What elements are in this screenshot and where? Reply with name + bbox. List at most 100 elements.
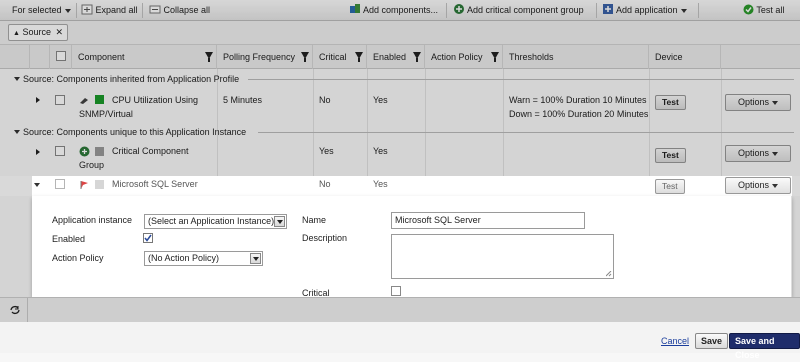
group-header-inherited[interactable]: Source: Components inherited from Applic… <box>14 73 239 85</box>
action-policy-value: (No Action Policy) <box>148 253 220 263</box>
critical-checkbox[interactable] <box>391 286 401 296</box>
add-critical-group-button[interactable]: Add critical component group <box>453 0 584 21</box>
header-select-all-cell <box>50 45 72 69</box>
status-up-icon <box>95 95 104 104</box>
options-label: Options <box>737 180 770 190</box>
row-checkbox[interactable] <box>55 95 65 105</box>
filter-icon[interactable] <box>413 52 421 62</box>
component-name-cont: SNMP/Virtual <box>79 109 133 119</box>
polling-frequency-value: 5 Minutes <box>223 95 263 105</box>
column-component[interactable]: Component <box>72 45 217 69</box>
critical-group-icon <box>454 4 464 14</box>
critical-value-col: Yes <box>319 146 334 156</box>
app-instance-label: Application instance <box>52 215 133 225</box>
test-button[interactable]: Test <box>655 95 686 110</box>
divider <box>76 3 77 18</box>
grid-pager <box>0 297 800 323</box>
enabled-label: Enabled <box>52 234 86 244</box>
table-row-sql[interactable]: Microsoft SQL Server No Yes Test Options <box>0 176 800 196</box>
critical-group-icon <box>79 146 90 157</box>
save-button[interactable]: Save <box>695 333 729 349</box>
add-components-button[interactable]: Add components... <box>349 0 438 21</box>
component-name-cont: Group <box>79 160 105 170</box>
column-enabled[interactable]: Enabled <box>367 45 425 69</box>
dropdown-button[interactable] <box>250 253 261 264</box>
group-header-unique[interactable]: Source: Components unique to this Applic… <box>14 126 246 138</box>
divider <box>27 298 28 323</box>
dropdown-button[interactable] <box>274 216 285 227</box>
options-label: Options <box>737 97 770 107</box>
filter-icon[interactable] <box>205 52 213 62</box>
column-action-policy[interactable]: Action Policy <box>425 45 503 69</box>
column-device-label: Device <box>655 52 683 62</box>
test-button[interactable]: Test <box>655 148 686 163</box>
header-expander-cell <box>0 45 30 69</box>
collapse-arrow-icon: ▲ <box>13 30 20 37</box>
divider <box>446 3 447 18</box>
header-checkbox-spacer <box>30 45 50 69</box>
resize-handle-icon[interactable] <box>606 271 612 277</box>
for-selected-label: For selected <box>12 5 62 15</box>
refresh-icon[interactable] <box>9 305 21 315</box>
save-and-close-button[interactable]: Save and Close <box>729 333 800 360</box>
collapse-all-button[interactable]: Collapse all <box>149 0 210 21</box>
expand-icon <box>81 4 93 15</box>
column-device[interactable]: Device <box>649 45 721 69</box>
row-checkbox[interactable] <box>55 146 65 156</box>
source-filter-label: Source <box>22 27 51 37</box>
filter-icon[interactable] <box>491 52 499 62</box>
select-all-checkbox[interactable] <box>56 51 66 61</box>
column-component-label: Component <box>78 52 125 62</box>
enabled-value: Yes <box>373 95 388 105</box>
column-thresholds[interactable]: Thresholds <box>503 45 649 69</box>
enabled-checkbox[interactable] <box>143 233 153 243</box>
column-critical[interactable]: Critical <box>313 45 367 69</box>
critical-value: Yes <box>373 146 388 156</box>
description-label: Description <box>302 233 348 243</box>
test-all-button[interactable]: Test all <box>743 0 784 21</box>
name-input[interactable]: Microsoft SQL Server <box>391 212 585 229</box>
group-divider <box>248 79 794 80</box>
divider <box>596 3 597 18</box>
add-application-label: Add application <box>616 5 678 15</box>
app-instance-select[interactable]: (Select an Application Instance) <box>144 214 287 229</box>
collapse-all-label: Collapse all <box>163 5 211 15</box>
column-options <box>721 45 800 69</box>
add-application-menu[interactable]: Add application <box>602 0 687 21</box>
chevron-down-icon <box>64 8 71 13</box>
divider <box>698 3 699 18</box>
table-row-cpu[interactable]: CPU Utilization Using SNMP/Virtual 5 Min… <box>0 88 800 123</box>
table-row-critical-group[interactable]: Critical Component Group Yes Yes Test Op… <box>0 141 800 176</box>
source-filter-chip[interactable]: ▲ Source ✕ <box>8 24 69 41</box>
options-button[interactable]: Options <box>725 94 791 111</box>
collapse-row-icon[interactable] <box>34 183 40 187</box>
divider <box>142 3 143 18</box>
options-button[interactable]: Options <box>725 177 791 194</box>
group-inherited-label: Source: Components inherited from Applic… <box>23 74 240 84</box>
chevron-down-icon <box>14 77 20 81</box>
grid-header: Component Polling Frequency Critical Ena… <box>0 45 800 69</box>
status-unknown-icon <box>95 147 104 156</box>
options-button[interactable]: Options <box>725 145 791 162</box>
column-thresholds-label: Thresholds <box>509 52 554 62</box>
close-icon[interactable]: ✕ <box>56 27 64 37</box>
column-enabled-label: Enabled <box>373 52 407 62</box>
action-policy-select[interactable]: (No Action Policy) <box>144 251 263 266</box>
enabled-value: Yes <box>373 179 388 189</box>
cancel-link[interactable]: Cancel <box>661 336 689 346</box>
expand-all-button[interactable]: Expand all <box>81 0 138 21</box>
critical-value: No <box>319 179 331 189</box>
for-selected-menu[interactable]: For selected <box>12 0 71 21</box>
footer: Cancel Save Save and Close <box>0 322 800 360</box>
expand-row-icon[interactable] <box>36 149 40 155</box>
description-textarea[interactable] <box>391 234 614 279</box>
threshold-warn: Warn = 100% Duration 10 Minutes <box>509 95 647 105</box>
probe-icon <box>80 98 88 104</box>
filter-icon[interactable] <box>301 52 309 62</box>
filter-icon[interactable] <box>355 52 363 62</box>
test-button[interactable]: Test <box>655 179 685 194</box>
row-checkbox[interactable] <box>55 179 65 189</box>
column-polling-frequency[interactable]: Polling Frequency <box>217 45 313 69</box>
critical-value: No <box>319 95 331 105</box>
expand-row-icon[interactable] <box>36 97 40 103</box>
